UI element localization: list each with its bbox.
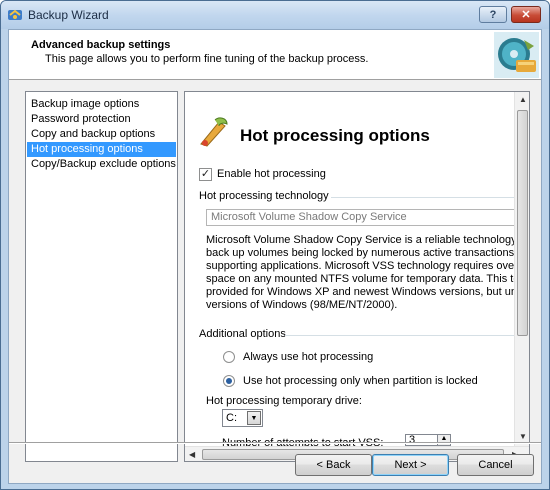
nav-item-backup-image-options[interactable]: Backup image options — [27, 97, 176, 112]
spin-up-icon[interactable]: ▲ — [437, 435, 450, 445]
hot-processing-icon — [200, 117, 228, 147]
panel-heading: Hot processing options — [240, 126, 430, 145]
description-line: supporting applications. Microsoft VSS t… — [206, 260, 530, 272]
nav-item-hot-processing-options[interactable]: Hot processing options — [27, 142, 176, 157]
scroll-left-icon[interactable]: ◀ — [189, 450, 195, 459]
description-line: provided for Windows XP and newest Windo… — [206, 286, 530, 298]
temp-drive-label: Hot processing temporary drive: — [206, 395, 362, 407]
enable-hot-processing-label[interactable]: Enable hot processing — [217, 168, 326, 180]
technology-combo: Microsoft Volume Shadow Copy Service — [206, 209, 529, 226]
description-line: Microsoft Volume Shadow Copy Service is … — [206, 234, 530, 246]
vss-attempts-spinner[interactable]: 3 ▲ — [405, 434, 451, 446]
nav-item-copy-backup-exclude-options[interactable]: Copy/Backup exclude options — [27, 157, 176, 172]
panel-vertical-scrollbar[interactable]: ▲ ▼ — [514, 92, 529, 446]
help-button[interactable]: ? — [479, 6, 507, 23]
enable-hot-processing-checkbox[interactable]: ✓ — [199, 168, 212, 181]
nav-item-password-protection[interactable]: Password protection — [27, 112, 176, 127]
window-title: Backup Wizard — [28, 8, 109, 22]
additional-options-heading: Additional options — [199, 328, 286, 340]
wizard-client-area: Advanced backup settings This page allow… — [8, 29, 542, 484]
help-icon: ? — [489, 8, 497, 21]
backup-wizard-window: Backup Wizard ? ✕ Advanced backup settin… — [0, 0, 550, 490]
checkmark-icon: ✓ — [200, 168, 211, 180]
scroll-down-icon[interactable]: ▼ — [519, 432, 527, 441]
description-line: space on any mounted NTFS volume for tem… — [206, 273, 530, 285]
technology-description: Microsoft Volume Shadow Copy Service is … — [206, 234, 530, 312]
next-button[interactable]: Next > — [372, 454, 449, 476]
backup-disk-graphic-icon — [494, 32, 539, 78]
locked-hot-processing-label[interactable]: Use hot processing only when partition i… — [243, 375, 478, 387]
title-bar[interactable]: Backup Wizard ? ✕ — [1, 1, 549, 29]
vertical-scroll-thumb[interactable] — [517, 110, 528, 336]
back-button[interactable]: < Back — [295, 454, 372, 476]
close-button[interactable]: ✕ — [511, 6, 541, 23]
technology-group-divider — [331, 197, 516, 198]
scroll-up-icon[interactable]: ▲ — [519, 95, 527, 104]
temp-drive-select[interactable]: C: ▼ — [222, 409, 263, 427]
additional-options-divider — [285, 335, 516, 336]
wizard-header: Advanced backup settings This page allow… — [9, 30, 541, 80]
settings-nav-list[interactable]: Backup image options Password protection… — [25, 91, 178, 462]
locked-hot-processing-radio[interactable] — [223, 375, 235, 387]
description-line: versions of Windows (98/ME/NT/2000). — [206, 299, 398, 311]
footer-divider — [9, 442, 541, 444]
page-title: Advanced backup settings — [31, 39, 171, 51]
always-hot-processing-radio[interactable] — [223, 351, 235, 363]
vss-attempts-value: 3 — [409, 434, 416, 446]
description-line: back up volumes being locked by numerous… — [206, 247, 530, 259]
page-subtitle: This page allows you to perform fine tun… — [45, 53, 369, 65]
hot-processing-panel: Hot processing options ✓ Enable hot proc… — [184, 91, 530, 462]
temp-drive-value: C: — [226, 412, 237, 424]
dropdown-arrow-icon[interactable]: ▼ — [247, 411, 261, 425]
backup-app-icon — [8, 9, 22, 20]
nav-item-copy-and-backup-options[interactable]: Copy and backup options — [27, 127, 176, 142]
technology-group-heading: Hot processing technology — [199, 190, 329, 202]
always-hot-processing-label[interactable]: Always use hot processing — [243, 351, 373, 363]
close-icon: ✕ — [521, 9, 531, 21]
cancel-button[interactable]: Cancel — [457, 454, 534, 476]
